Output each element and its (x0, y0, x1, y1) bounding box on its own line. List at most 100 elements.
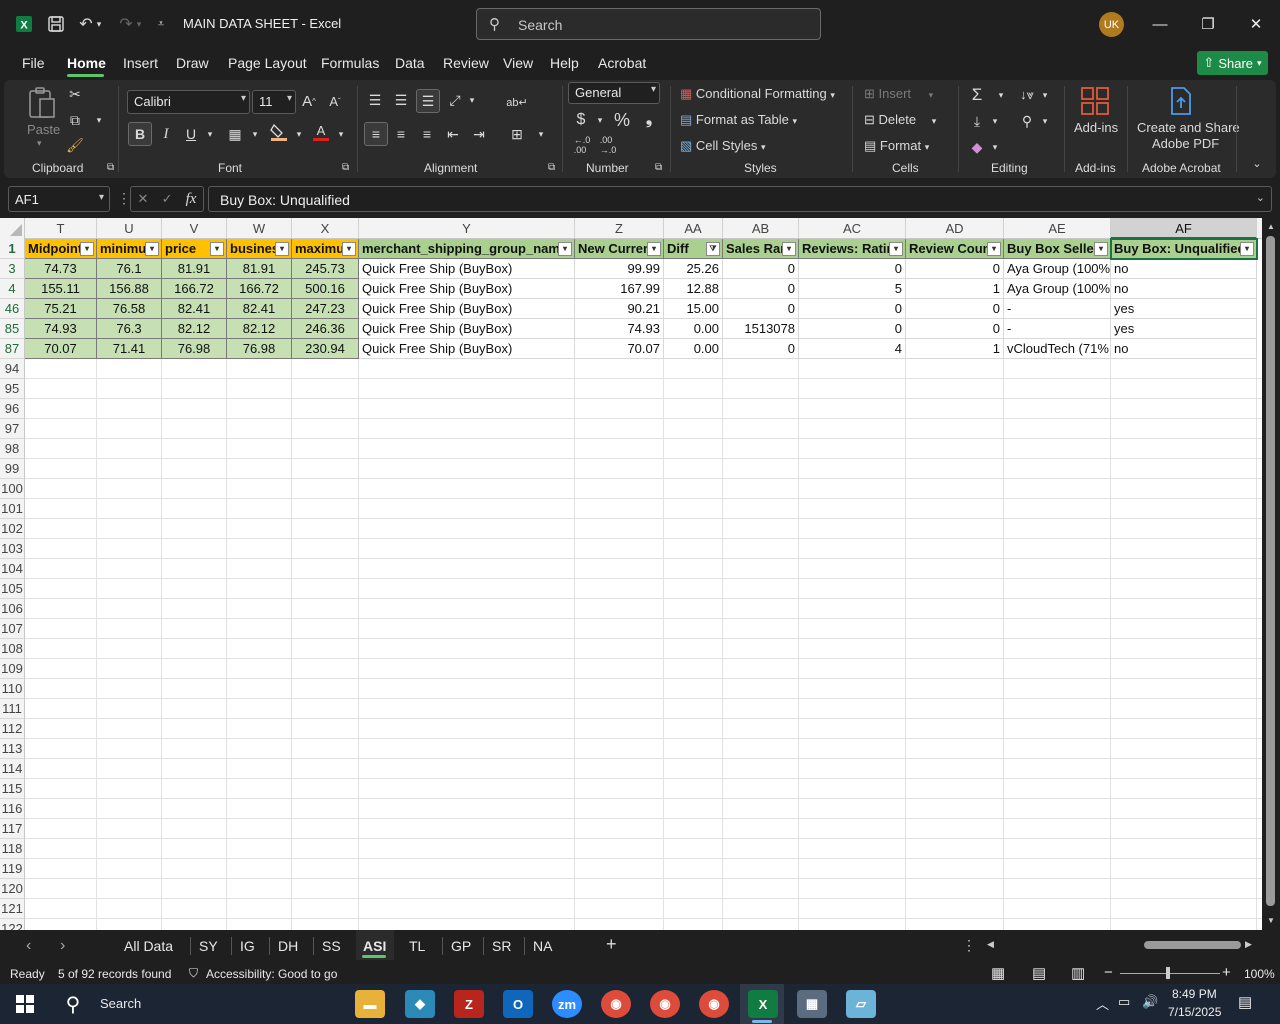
table-cell[interactable]: Aya Group (100% (1004, 279, 1111, 299)
restore-icon[interactable]: ❐ (1196, 12, 1220, 36)
align-left-icon[interactable]: ≡ (364, 122, 388, 146)
more-options-icon[interactable]: ⋮ (117, 190, 131, 207)
row-header[interactable]: 119 (0, 859, 25, 879)
zoom-slider-knob[interactable] (1166, 967, 1170, 979)
row-header[interactable]: 107 (0, 619, 25, 639)
table-cell[interactable]: 0.00 (664, 339, 723, 359)
increase-decimal-icon[interactable]: ←.0.00 (570, 134, 594, 156)
table-cell[interactable]: 0 (799, 319, 906, 339)
fill-color-dropdown-icon[interactable]: ▾ (288, 123, 310, 145)
filter-dropdown-icon[interactable]: ▾ (80, 242, 94, 256)
outlook-icon[interactable]: O (503, 990, 533, 1018)
spreadsheet-grid[interactable]: T U V W X Y Z AA AB AC AD AE AF 1 3 4 46 85 87 94 95 96 97 98 9… (0, 218, 1262, 930)
fill-color-icon[interactable] (268, 121, 290, 143)
close-icon[interactable]: ✕ (1244, 12, 1268, 36)
table-cell[interactable]: 99.99 (575, 259, 664, 279)
row-header[interactable]: 94 (0, 359, 25, 379)
table-cell[interactable]: no (1111, 259, 1257, 279)
font-color-dropdown-icon[interactable]: ▾ (330, 123, 352, 145)
filter-dropdown-icon[interactable]: ▾ (782, 242, 796, 256)
table-cell[interactable]: vCloudTech (71% (1004, 339, 1111, 359)
add-sheet-icon[interactable]: + (606, 934, 617, 955)
table-cell[interactable]: Quick Free Ship (BuyBox) (359, 279, 575, 299)
table-cell[interactable]: no (1111, 339, 1257, 359)
next-sheet-icon[interactable]: › (60, 937, 65, 955)
horizontal-scroll-thumb[interactable] (1144, 941, 1241, 949)
filter-dropdown-icon[interactable]: ▾ (987, 242, 1001, 256)
row-header[interactable]: 109 (0, 659, 25, 679)
table-cell[interactable]: 156.88 (97, 279, 162, 299)
filter-dropdown-icon[interactable]: ▾ (889, 242, 903, 256)
row-header[interactable]: 102 (0, 519, 25, 539)
table-cell[interactable]: 76.3 (97, 319, 162, 339)
volume-icon[interactable]: 🔊 (1142, 994, 1158, 1010)
taskbar-search-icon[interactable]: ⚲ (58, 990, 88, 1018)
row-header[interactable]: 46 (0, 299, 25, 319)
sheet-tab[interactable]: SS (322, 938, 341, 954)
zoom-app-icon[interactable]: zm (552, 990, 582, 1018)
insert-function-icon[interactable]: fx (186, 191, 197, 208)
header-cell[interactable]: Diff ⧩ (664, 239, 723, 259)
table-cell[interactable]: 74.93 (575, 319, 664, 339)
search-box[interactable]: ⚲ Search (476, 8, 821, 40)
table-cell[interactable]: Quick Free Ship (BuyBox) (359, 299, 575, 319)
row-header[interactable]: 3 (0, 259, 25, 279)
create-share-label-line1[interactable]: Create and Share (1137, 120, 1240, 135)
filter-dropdown-icon[interactable]: ▾ (275, 242, 289, 256)
table-cell[interactable]: 0 (723, 339, 799, 359)
addins-icon[interactable] (1080, 86, 1110, 119)
align-middle-icon[interactable]: ☰ (390, 89, 412, 111)
table-cell[interactable]: 12.88 (664, 279, 723, 299)
find-dropdown-icon[interactable]: ▾ (1034, 110, 1056, 132)
align-bottom-icon[interactable]: ☰ (416, 89, 440, 113)
expand-formula-icon[interactable]: ⌄ (1256, 191, 1265, 204)
row-header[interactable]: 115 (0, 779, 25, 799)
column-header[interactable]: AA (664, 218, 723, 239)
vertical-scrollbar[interactable]: ▲ ▼ (1262, 218, 1280, 930)
align-center-icon[interactable]: ≡ (390, 123, 412, 145)
row-header[interactable]: 120 (0, 879, 25, 899)
create-share-label-line2[interactable]: Adobe PDF (1152, 136, 1219, 151)
table-cell[interactable]: 90.21 (575, 299, 664, 319)
table-cell[interactable]: 0 (799, 299, 906, 319)
row-header[interactable]: 106 (0, 599, 25, 619)
table-cell[interactable]: 5 (799, 279, 906, 299)
table-cell[interactable]: 76.98 (227, 339, 292, 359)
sheet-tab[interactable]: TL (409, 938, 425, 954)
format-as-table-button[interactable]: ▤ Format as Table ▾ (680, 112, 797, 128)
taskbar-search-label[interactable]: Search (100, 996, 141, 1011)
table-cell[interactable]: Aya Group (100% (1004, 259, 1111, 279)
column-header[interactable]: W (227, 218, 292, 239)
cell-styles-button[interactable]: ▧ Cell Styles ▾ (680, 138, 766, 154)
row-header[interactable]: 114 (0, 759, 25, 779)
table-cell[interactable]: 167.99 (575, 279, 664, 299)
table-cell[interactable]: Quick Free Ship (BuyBox) (359, 339, 575, 359)
menu-help[interactable]: Help (550, 55, 579, 71)
header-cell[interactable]: New Current ▾ (575, 239, 664, 259)
table-cell[interactable]: 0 (906, 319, 1004, 339)
menu-formulas[interactable]: Formulas (321, 55, 379, 71)
menu-data[interactable]: Data (395, 55, 425, 71)
notifications-icon[interactable]: ▤ (1238, 993, 1252, 1011)
filter-dropdown-icon[interactable]: ▾ (1094, 242, 1108, 256)
filter-dropdown-icon[interactable]: ▾ (145, 242, 159, 256)
table-cell[interactable]: 0 (906, 259, 1004, 279)
table-cell[interactable]: 76.98 (162, 339, 227, 359)
menu-insert[interactable]: Insert (123, 55, 158, 71)
header-cell[interactable]: Sales Rank ▾ (723, 239, 799, 259)
cut-icon[interactable]: ✂ (64, 83, 86, 105)
table-cell[interactable]: yes (1111, 299, 1257, 319)
paste-icon[interactable] (26, 86, 60, 120)
calculator-icon[interactable]: ▦ (797, 990, 827, 1018)
vertical-scroll-thumb[interactable] (1266, 236, 1275, 906)
table-cell[interactable]: 246.36 (292, 319, 359, 339)
increase-indent-icon[interactable]: ⇥ (468, 123, 490, 145)
number-format-dropdown[interactable]: General ▾ (568, 82, 660, 104)
row-header[interactable]: 122 (0, 919, 25, 930)
orientation-dropdown-icon[interactable]: ▾ (461, 89, 483, 111)
avatar[interactable]: UK (1099, 12, 1124, 37)
addins-button-label[interactable]: Add-ins (1074, 120, 1118, 135)
status-accessibility[interactable]: Accessibility: Good to go (206, 967, 337, 981)
table-cell[interactable]: - (1004, 299, 1111, 319)
copy-dropdown-icon[interactable]: ▾ (88, 109, 110, 131)
